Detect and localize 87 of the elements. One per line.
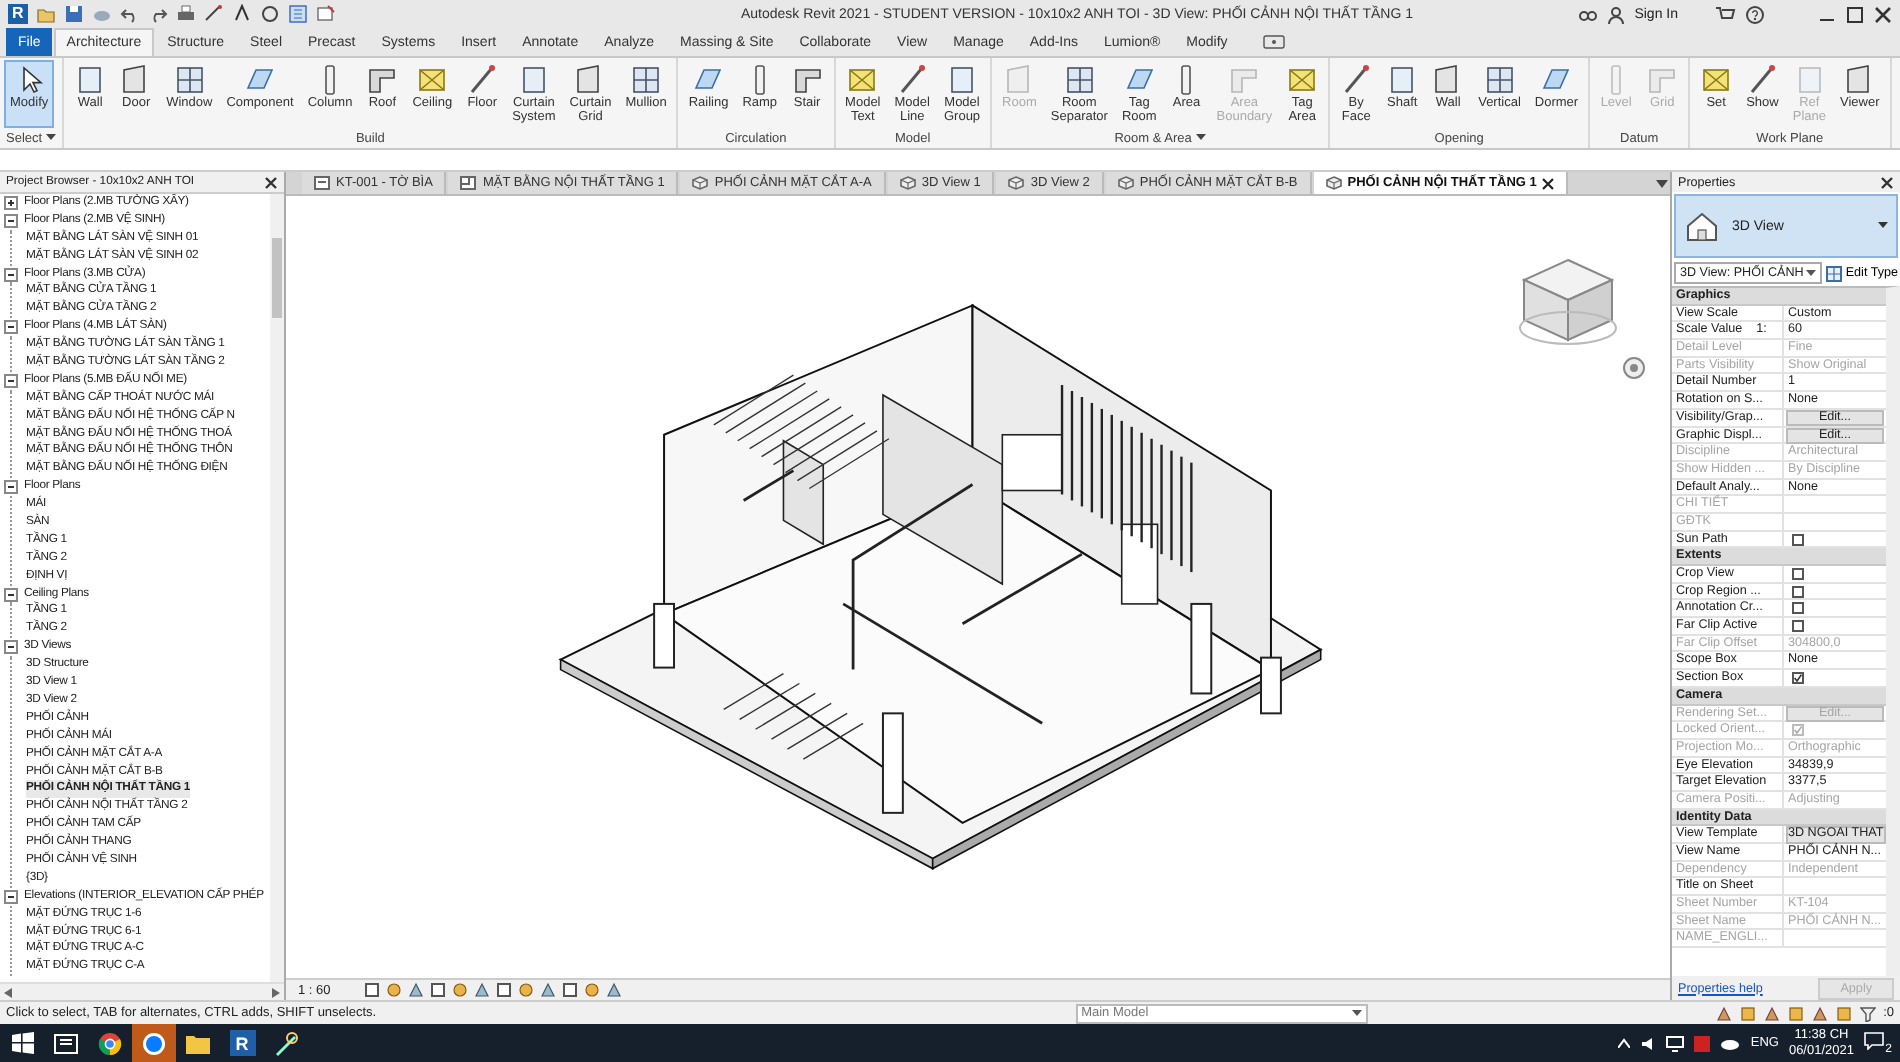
app-logo[interactable]: R	[8, 4, 28, 24]
thin-lines-icon[interactable]	[287, 4, 308, 24]
show-hidden-icons-icon[interactable]	[1618, 1038, 1631, 1048]
checkbox[interactable]	[1792, 585, 1804, 598]
measure-icon[interactable]	[203, 4, 224, 24]
right-arrow-icon[interactable]	[272, 987, 280, 997]
filter-icon[interactable]	[1859, 1005, 1876, 1021]
tool-icon	[791, 64, 824, 96]
close-icon[interactable]	[1880, 175, 1894, 189]
close-icon[interactable]	[1542, 177, 1555, 189]
tool-icon	[1483, 64, 1516, 96]
volume-icon[interactable]	[1640, 1035, 1657, 1051]
expand-icon[interactable]	[4, 195, 18, 210]
house-icon	[1684, 208, 1720, 244]
tool-icon	[630, 64, 663, 96]
cart-icon[interactable]	[1716, 5, 1736, 23]
checkbox[interactable]	[1792, 620, 1804, 633]
caret-icon[interactable]	[46, 134, 57, 142]
tool-icon	[173, 64, 206, 96]
folder-icon[interactable]	[186, 1033, 210, 1053]
cube-icon	[1325, 176, 1342, 190]
caret-icon[interactable]	[1351, 1009, 1362, 1017]
help-icon[interactable]	[1746, 5, 1764, 23]
binoculars-icon[interactable]	[1578, 6, 1599, 22]
scrollbar[interactable]	[0, 982, 284, 1000]
sheet-icon	[314, 176, 330, 190]
network-icon[interactable]	[1666, 1035, 1685, 1051]
tool-icon	[1746, 64, 1779, 96]
caret-icon[interactable]	[1805, 269, 1816, 277]
grid-icon	[1825, 265, 1842, 281]
antivirus-icon[interactable]	[1694, 1035, 1711, 1051]
chat-app-icon[interactable]	[142, 1031, 166, 1055]
collapse-icon[interactable]	[4, 213, 18, 228]
left-arrow-icon[interactable]	[4, 987, 12, 997]
tool-icon	[1063, 64, 1096, 96]
cube-icon	[1008, 176, 1025, 190]
user-icon[interactable]	[1608, 5, 1625, 23]
navigation-wheel-icon[interactable]	[1622, 356, 1646, 380]
checkmark-icon	[1794, 726, 1802, 735]
browser-icon[interactable]	[98, 1031, 122, 1055]
caret-icon[interactable]	[1878, 222, 1888, 230]
checkmark-icon	[1794, 674, 1802, 683]
checkbox[interactable]	[1792, 602, 1804, 615]
cube-icon	[692, 176, 709, 190]
tool-icon	[416, 64, 449, 96]
tool-icon	[366, 64, 399, 96]
tool-icon	[1228, 64, 1261, 96]
tool-icon	[1646, 64, 1679, 96]
undo-icon[interactable]	[119, 4, 140, 24]
cube-icon	[1117, 176, 1134, 190]
checkbox[interactable]	[1792, 672, 1804, 685]
collapse-icon[interactable]	[4, 587, 18, 602]
checkbox[interactable]	[1792, 568, 1804, 580]
cube-icon	[899, 176, 916, 190]
tool-icon	[1386, 64, 1419, 96]
close-icon[interactable]	[264, 175, 278, 189]
tool-icon	[946, 64, 979, 96]
tool-icon	[846, 64, 879, 96]
collapse-icon[interactable]	[4, 480, 18, 495]
scrollbar[interactable]	[270, 194, 284, 982]
close-icon[interactable]	[1874, 5, 1892, 23]
tool-icon	[466, 64, 499, 96]
speech-bubble-icon	[1864, 1031, 1884, 1049]
collapse-icon[interactable]	[4, 373, 18, 388]
save-icon[interactable]	[63, 4, 84, 24]
maximize-icon[interactable]	[1846, 5, 1864, 23]
tool-icon	[896, 64, 929, 96]
collapse-icon[interactable]	[4, 267, 18, 281]
revit-app-icon[interactable]: R	[229, 1030, 255, 1056]
paint-app-icon[interactable]	[274, 1031, 298, 1055]
collapse-icon[interactable]	[4, 640, 18, 655]
display-toggle-icon[interactable]	[1261, 34, 1286, 50]
tool-icon	[517, 64, 550, 96]
print-icon[interactable]	[175, 4, 196, 24]
task-view-icon[interactable]	[54, 1033, 78, 1053]
collapse-icon[interactable]	[4, 320, 18, 335]
tool-icon	[1700, 64, 1733, 96]
checkbox[interactable]	[1792, 533, 1804, 546]
tool-icon	[1793, 64, 1826, 96]
caret-icon[interactable]	[1195, 134, 1206, 142]
tool-icon	[74, 64, 107, 96]
tool-icon	[1340, 64, 1373, 96]
floor-plan-icon	[460, 176, 477, 190]
close-hidden-icon[interactable]	[315, 4, 336, 24]
windows-start-icon[interactable]	[11, 1032, 33, 1054]
collapse-icon[interactable]	[4, 889, 18, 904]
tool-icon	[1286, 64, 1319, 96]
